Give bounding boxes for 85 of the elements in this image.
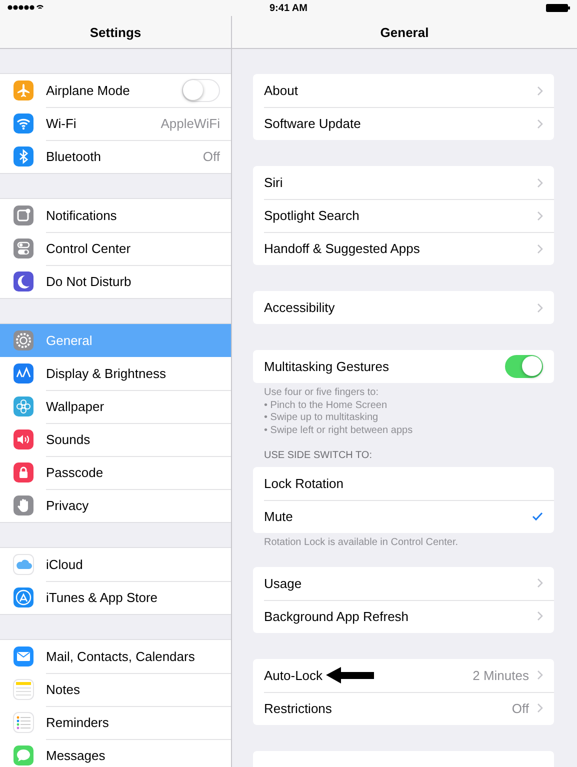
sidebar-label: Sounds (46, 432, 90, 447)
sidebar-label: Airplane Mode (46, 83, 130, 98)
section-footer: Rotation Lock is available in Control Center. (253, 533, 554, 550)
sidebar-label: Reminders (46, 715, 109, 730)
settings-row[interactable]: Siri (253, 166, 554, 199)
settings-row[interactable]: Mute (253, 500, 554, 533)
row-label: Usage (264, 576, 302, 590)
battery-icon (546, 4, 570, 12)
row-label: Multitasking Gestures (264, 359, 389, 374)
chevron-icon (537, 703, 543, 713)
settings-row[interactable]: Auto-Lock 2 Minutes (253, 658, 554, 692)
settings-row[interactable]: Lock Rotation (253, 467, 554, 500)
row-label: Accessibility (264, 300, 335, 315)
row-label: Spotlight Search (264, 208, 360, 223)
sidebar-label: iCloud (46, 557, 83, 572)
settings-row[interactable]: About (253, 74, 554, 107)
sidebar-label: Notes (46, 682, 80, 697)
settings-row[interactable]: Spotlight Search (253, 199, 554, 232)
section-header: USE SIDE SWITCH TO: (263, 449, 373, 463)
sidebar-value: Off (202, 149, 220, 164)
flower-icon (13, 396, 34, 417)
sidebar-label: Wi-Fi (46, 116, 76, 131)
sidebar-label: Display & Brightness (46, 366, 166, 381)
row-value: Off (512, 700, 529, 716)
app-store-icon (13, 587, 34, 608)
checklist-icon (13, 712, 34, 733)
row-label: Auto-Lock (264, 668, 323, 682)
row-label: Restrictions (264, 700, 332, 716)
moon-icon (13, 271, 34, 292)
sidebar-label: Messages (46, 748, 106, 763)
status-time: 9:41 AM (270, 2, 308, 14)
sidebar-value: AppleWiFi (160, 116, 220, 131)
settings-row[interactable]: Accessibility (253, 291, 554, 324)
sidebar-label: Control Center (46, 241, 131, 256)
page-title: General (232, 16, 577, 49)
wifi-icon (13, 113, 34, 134)
chevron-icon (537, 118, 543, 128)
airplane-icon (13, 80, 34, 101)
chevron-icon (537, 244, 543, 254)
cloud-icon (13, 554, 34, 575)
sidebar-label: Notifications (46, 208, 117, 223)
speech-bubble-icon (13, 745, 34, 766)
chevron-icon (537, 670, 543, 680)
row-label: Mute (264, 509, 293, 524)
row-label: Siri (264, 175, 283, 190)
chevron-icon (537, 178, 543, 188)
notifications-icon (13, 205, 34, 226)
settings-row[interactable]: Multitasking Gestures (253, 350, 554, 383)
chevron-icon (537, 86, 543, 96)
settings-row[interactable]: Usage (253, 566, 554, 600)
sidebar-title: Settings (0, 16, 231, 49)
row-label: About (264, 83, 298, 98)
gear-icon (13, 330, 34, 351)
settings-row[interactable]: Restrictions Off (253, 692, 554, 724)
notepad-icon (13, 679, 34, 700)
toggles-icon (13, 238, 34, 259)
row-label: Lock Rotation (264, 476, 344, 491)
envelope-icon (13, 646, 34, 667)
speaker-icon (13, 429, 34, 450)
sidebar-label: General (46, 333, 92, 348)
chevron-icon (537, 611, 543, 621)
chevron-icon (537, 210, 543, 220)
sidebar-label: iTunes & App Store (46, 590, 158, 605)
row-label: Handoff & Suggested Apps (264, 241, 420, 256)
sidebar-label: Passcode (46, 465, 104, 480)
signal-icon (7, 4, 44, 11)
sidebar-label: Bluetooth (46, 149, 101, 164)
toggle-switch[interactable] (182, 79, 220, 102)
toggle-switch[interactable] (505, 355, 543, 378)
chevron-icon (537, 302, 543, 312)
row-label: Software Update (264, 116, 361, 131)
sidebar-label: Do Not Disturb (46, 274, 132, 289)
row-value: 2 Minutes (472, 668, 529, 682)
chevron-icon (537, 578, 543, 588)
hand-icon (13, 495, 34, 516)
row-label: Background App Refresh (264, 608, 409, 624)
padlock-icon (13, 462, 34, 483)
settings-row[interactable]: Software Update (253, 107, 554, 140)
settings-row[interactable]: Background App Refresh (253, 600, 554, 632)
sidebar-label: Wallpaper (46, 399, 104, 414)
section-footer: Use four or five fingers to: • Pinch to the Home Screen • Swipe up to multitasking • Swipe left or right between apps (253, 383, 554, 437)
sidebar-label: Privacy (46, 498, 89, 513)
bluetooth-icon (13, 146, 34, 167)
sidebar-label: Mail, Contacts, Calendars (46, 649, 195, 664)
settings-row[interactable]: Handoff & Suggested Apps (253, 232, 554, 265)
